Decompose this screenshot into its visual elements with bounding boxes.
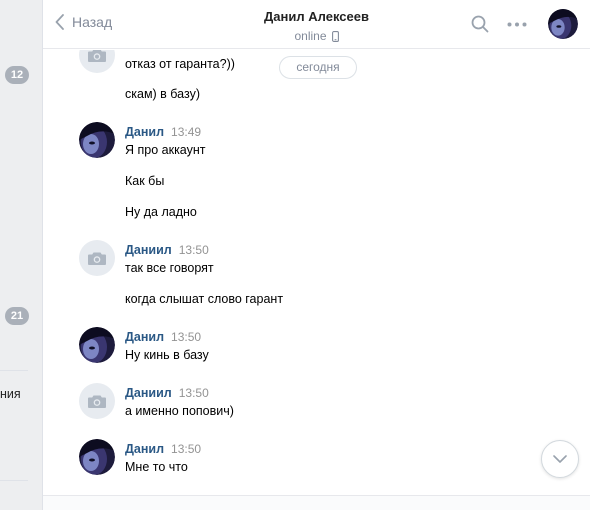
message-time[interactable]: 13:50 bbox=[179, 386, 209, 400]
message-time[interactable]: 13:50 bbox=[179, 243, 209, 257]
author-name[interactable]: Данил bbox=[125, 125, 164, 139]
avatar[interactable] bbox=[79, 439, 115, 475]
message-text: скам) в базу) bbox=[125, 87, 200, 101]
avatar[interactable] bbox=[79, 50, 115, 73]
author-name[interactable]: Данил bbox=[125, 442, 164, 456]
message-text: Ну кинь в базу bbox=[125, 348, 209, 362]
avatar[interactable] bbox=[79, 383, 115, 419]
left-sidebar: 12 21 ния bbox=[0, 0, 43, 510]
date-separator: сегодня bbox=[279, 56, 357, 79]
message-header: Даниил 13:50 bbox=[125, 386, 209, 400]
message-text: Я про аккаунт bbox=[125, 143, 206, 157]
message-text: Ну да ладно bbox=[125, 205, 197, 219]
message-text: Как бы bbox=[125, 174, 165, 188]
message-time[interactable]: 13:50 bbox=[171, 330, 201, 344]
divider bbox=[0, 480, 28, 481]
avatar[interactable] bbox=[79, 122, 115, 158]
message-header: Данил 13:50 bbox=[125, 330, 201, 344]
message-time[interactable]: 13:50 bbox=[171, 442, 201, 456]
author-name[interactable]: Даниил bbox=[125, 243, 172, 257]
unread-badge: 12 bbox=[5, 66, 29, 84]
message-time[interactable]: 13:49 bbox=[171, 125, 201, 139]
online-status: online bbox=[294, 29, 327, 43]
chevron-down-icon bbox=[553, 455, 567, 463]
camera-icon bbox=[88, 395, 106, 408]
more-icon[interactable] bbox=[507, 22, 527, 27]
message-text: Мне то что bbox=[125, 460, 188, 474]
author-name[interactable]: Данил bbox=[125, 330, 164, 344]
message-header: Данил 13:50 bbox=[125, 442, 201, 456]
message-history: отказ от гаранта?)) скам) в базу) сегодн… bbox=[43, 50, 590, 495]
message-header: Даниил 13:50 bbox=[125, 243, 209, 257]
scroll-down-button[interactable] bbox=[541, 440, 579, 478]
divider bbox=[0, 370, 28, 371]
camera-icon bbox=[88, 50, 106, 62]
message-text: так все говорят bbox=[125, 261, 214, 275]
message-text: когда слышат слово гарант bbox=[125, 292, 284, 306]
message-text: а именно попович) bbox=[125, 404, 234, 418]
sidebar-partial-text: ния bbox=[0, 387, 21, 401]
search-icon[interactable] bbox=[471, 15, 489, 33]
composer-area[interactable] bbox=[43, 495, 590, 510]
avatar[interactable] bbox=[79, 240, 115, 276]
avatar[interactable] bbox=[79, 327, 115, 363]
author-name[interactable]: Даниил bbox=[125, 386, 172, 400]
peer-status: online bbox=[294, 29, 339, 43]
peer-avatar[interactable] bbox=[548, 9, 578, 39]
message-header: Данил 13:49 bbox=[125, 125, 201, 139]
chat-header: Назад Данил Алексеев online bbox=[43, 0, 590, 49]
camera-icon bbox=[88, 252, 106, 265]
unread-badge: 21 bbox=[5, 307, 29, 325]
message-text: отказ от гаранта?)) bbox=[125, 57, 235, 71]
phone-icon bbox=[331, 30, 339, 42]
